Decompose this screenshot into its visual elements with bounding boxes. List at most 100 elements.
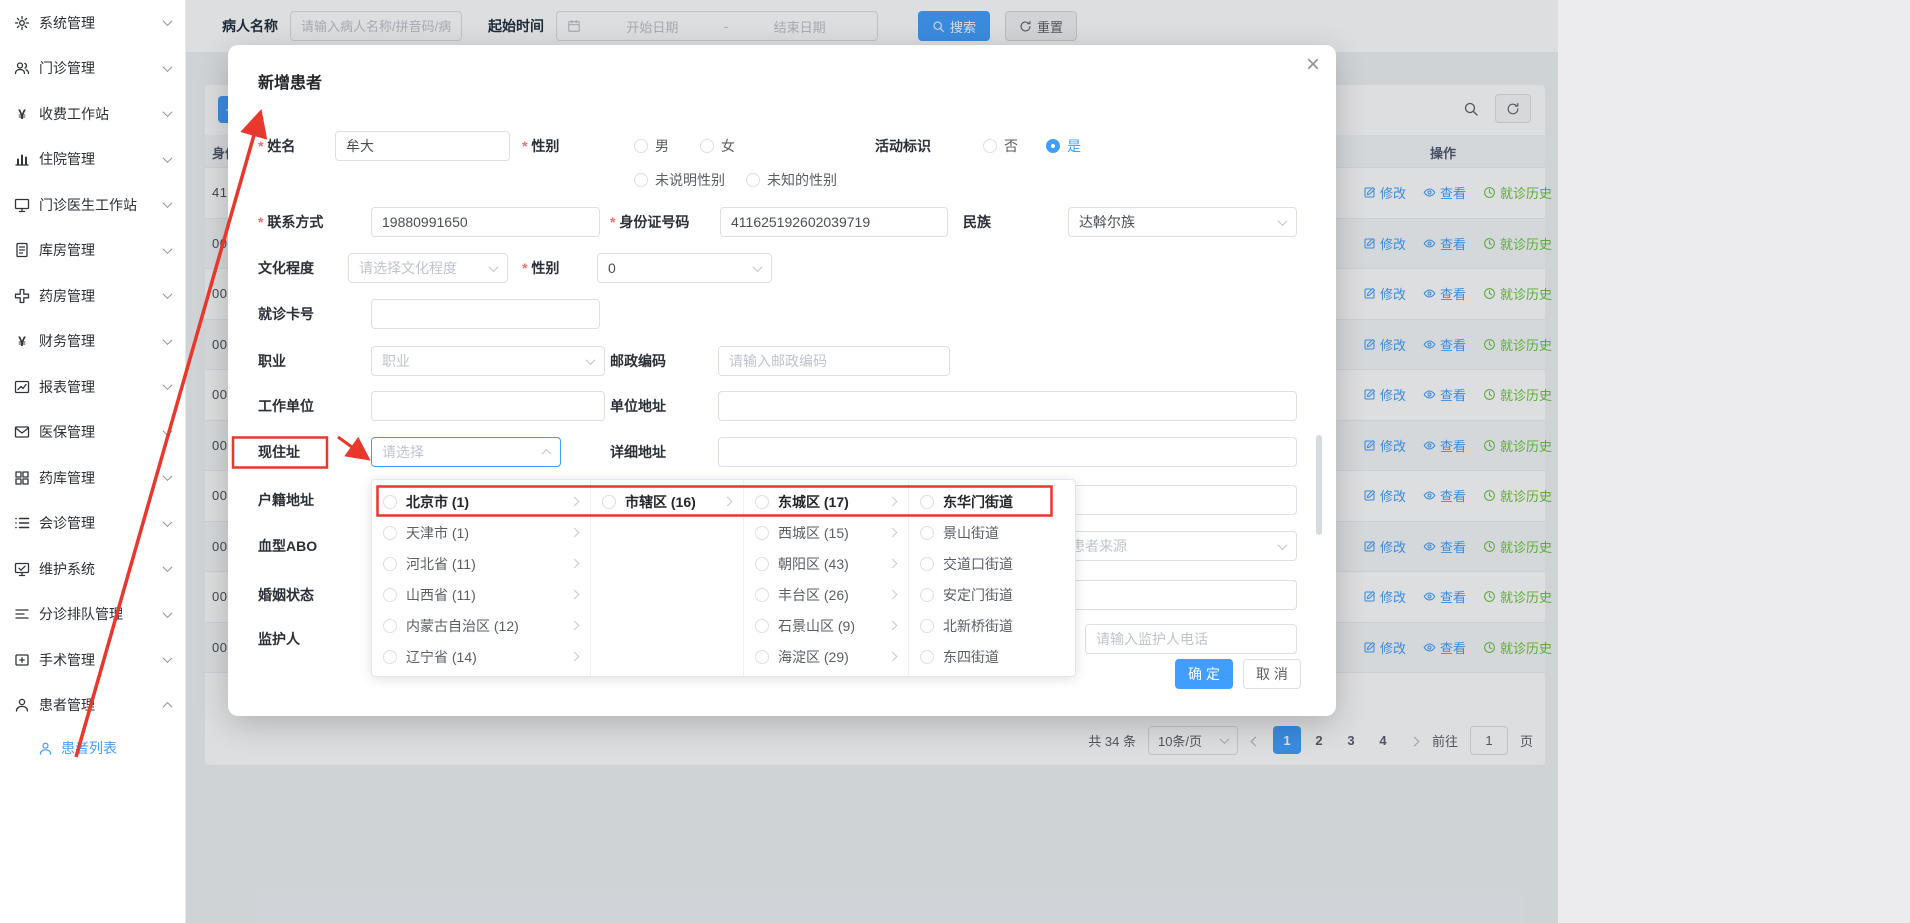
chevron-down-icon bbox=[163, 653, 173, 663]
radio-icon bbox=[755, 650, 769, 664]
occupation-select[interactable]: 职业 bbox=[371, 346, 605, 376]
ethnicity-select[interactable]: 达斡尔族 bbox=[1068, 207, 1297, 237]
chevron-right-icon bbox=[888, 497, 898, 507]
cascader-option[interactable]: 东城区 (17) bbox=[744, 486, 908, 517]
cascader-option[interactable]: 海淀区 (29) bbox=[744, 641, 908, 672]
gender2-select[interactable]: 0 bbox=[597, 253, 772, 283]
sidebar-subitem-patient-list[interactable]: 患者列表 bbox=[0, 728, 185, 768]
sidebar-item-charge-station[interactable]: ¥收费工作站 bbox=[0, 91, 185, 137]
unit-address-input[interactable] bbox=[718, 391, 1297, 421]
cascader-option[interactable]: 石景山区 (9) bbox=[744, 610, 908, 641]
detail-address-input[interactable] bbox=[718, 437, 1297, 467]
sidebar-item-report[interactable]: 报表管理 bbox=[0, 364, 185, 410]
list-icon bbox=[14, 515, 30, 531]
cascader-option[interactable]: 东四街道 bbox=[909, 641, 1075, 672]
sidebar-item-finance[interactable]: ¥财务管理 bbox=[0, 319, 185, 365]
cancel-button[interactable]: 取 消 bbox=[1243, 659, 1301, 689]
cascader-option[interactable]: 河北省 (11) bbox=[372, 548, 590, 579]
radio-icon bbox=[755, 526, 769, 540]
work-unit-input[interactable] bbox=[371, 391, 605, 421]
chevron-right-icon bbox=[888, 590, 898, 600]
radio-icon bbox=[920, 526, 934, 540]
users-icon bbox=[14, 60, 30, 76]
gender-radio-female[interactable]: 女 bbox=[700, 131, 735, 161]
sidebar-item-system[interactable]: 系统管理 bbox=[0, 0, 185, 46]
sidebar-item-drug-storage[interactable]: 药库管理 bbox=[0, 455, 185, 501]
gender-radio-male[interactable]: 男 bbox=[634, 131, 669, 161]
gear-icon bbox=[14, 15, 30, 31]
radio-icon bbox=[920, 650, 934, 664]
name-input[interactable] bbox=[335, 131, 510, 161]
sidebar-item-pharmacy[interactable]: 药房管理 bbox=[0, 273, 185, 319]
radio-checked-icon bbox=[1046, 139, 1060, 153]
education-select[interactable]: 请选择文化程度 bbox=[348, 253, 508, 283]
cascader-option[interactable]: 北新桥街道 bbox=[909, 610, 1075, 641]
contact-label: 联系方式 bbox=[258, 207, 323, 237]
cascader-option[interactable]: 北京市 (1) bbox=[372, 486, 590, 517]
sidebar-item-warehouse[interactable]: 库房管理 bbox=[0, 228, 185, 274]
cascader-option[interactable]: 西城区 (15) bbox=[744, 517, 908, 548]
radio-icon bbox=[634, 139, 648, 153]
chevron-down-icon bbox=[1278, 216, 1288, 226]
active-flag-label: 活动标识 bbox=[875, 131, 931, 161]
chevron-down-icon bbox=[163, 562, 173, 572]
chevron-right-icon bbox=[570, 528, 580, 538]
card-no-input[interactable] bbox=[371, 299, 600, 329]
confirm-button[interactable]: 确 定 bbox=[1175, 659, 1233, 689]
blood-type-label: 血型ABO bbox=[258, 531, 317, 561]
cascader-option[interactable]: 天津市 (1) bbox=[372, 517, 590, 548]
id-number-input[interactable] bbox=[720, 207, 948, 237]
chevron-down-icon bbox=[163, 198, 173, 208]
radio-icon bbox=[383, 557, 397, 571]
chevron-right-icon bbox=[888, 621, 898, 631]
chevron-down-icon bbox=[163, 62, 173, 72]
cascader-column-1: 北京市 (1)天津市 (1)河北省 (11)山西省 (11)内蒙古自治区 (12… bbox=[372, 480, 591, 676]
close-icon[interactable]: × bbox=[1306, 53, 1320, 77]
radio-icon bbox=[920, 588, 934, 602]
sidebar-item-consultation[interactable]: 会诊管理 bbox=[0, 501, 185, 547]
med-cross-icon bbox=[14, 288, 30, 304]
sidebar-item-patient[interactable]: 患者管理 bbox=[0, 683, 185, 729]
chevron-right-icon bbox=[723, 497, 733, 507]
address-cascader-dropdown: 北京市 (1)天津市 (1)河北省 (11)山西省 (11)内蒙古自治区 (12… bbox=[371, 479, 1076, 677]
cascader-option[interactable]: 市辖区 (16) bbox=[591, 486, 743, 517]
gender-radio-unknown[interactable]: 未知的性别 bbox=[746, 165, 837, 195]
current-address-label: 现住址 bbox=[258, 437, 300, 467]
sidebar: 系统管理门诊管理¥收费工作站住院管理门诊医生工作站库房管理药房管理¥财务管理报表… bbox=[0, 0, 186, 923]
modal-scrollbar[interactable] bbox=[1316, 435, 1322, 535]
modal-title: 新增患者 bbox=[258, 69, 322, 93]
cascader-option[interactable]: 交道口街道 bbox=[909, 548, 1075, 579]
cascader-option[interactable]: 景山街道 bbox=[909, 517, 1075, 548]
cascader-option[interactable]: 东华门街道 bbox=[909, 486, 1075, 517]
sidebar-item-outpatient[interactable]: 门诊管理 bbox=[0, 46, 185, 92]
sidebar-item-insurance[interactable]: 医保管理 bbox=[0, 410, 185, 456]
sidebar-item-surgery[interactable]: 手术管理 bbox=[0, 637, 185, 683]
chevron-right-icon bbox=[570, 559, 580, 569]
postal-code-input[interactable] bbox=[718, 346, 950, 376]
cascader-option[interactable]: 辽宁省 (14) bbox=[372, 641, 590, 672]
contact-input[interactable] bbox=[371, 207, 600, 237]
app: 系统管理门诊管理¥收费工作站住院管理门诊医生工作站库房管理药房管理¥财务管理报表… bbox=[0, 0, 1910, 923]
active-flag-radio-yes[interactable]: 是 bbox=[1046, 131, 1081, 161]
yen-icon: ¥ bbox=[14, 106, 30, 122]
cascader-option[interactable]: 山西省 (11) bbox=[372, 579, 590, 610]
guardian-phone-input[interactable] bbox=[1085, 624, 1297, 654]
patient-icon bbox=[14, 697, 30, 713]
sidebar-menu: 系统管理门诊管理¥收费工作站住院管理门诊医生工作站库房管理药房管理¥财务管理报表… bbox=[0, 0, 185, 768]
radio-icon bbox=[634, 173, 648, 187]
gender-radio-unstated[interactable]: 未说明性别 bbox=[634, 165, 725, 195]
current-address-select[interactable]: 请选择 bbox=[371, 437, 561, 467]
sidebar-item-maintenance[interactable]: 维护系统 bbox=[0, 546, 185, 592]
surgery-icon bbox=[14, 652, 30, 668]
cascader-option[interactable]: 内蒙古自治区 (12) bbox=[372, 610, 590, 641]
cascader-option[interactable]: 安定门街道 bbox=[909, 579, 1075, 610]
chevron-down-icon bbox=[163, 471, 173, 481]
cascader-option[interactable]: 朝阳区 (43) bbox=[744, 548, 908, 579]
sidebar-item-triage-queue[interactable]: 分诊排队管理 bbox=[0, 592, 185, 638]
cascader-option[interactable]: 丰台区 (26) bbox=[744, 579, 908, 610]
sidebar-item-inpatient[interactable]: 住院管理 bbox=[0, 137, 185, 183]
wrench-icon bbox=[14, 561, 30, 577]
chevron-down-icon bbox=[163, 517, 173, 527]
active-flag-radio-no[interactable]: 否 bbox=[983, 131, 1018, 161]
sidebar-item-doctor-station[interactable]: 门诊医生工作站 bbox=[0, 182, 185, 228]
